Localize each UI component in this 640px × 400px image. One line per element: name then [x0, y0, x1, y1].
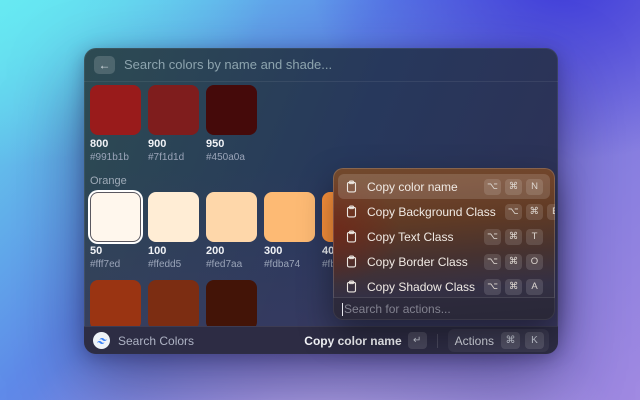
command-keycap: ⌘	[505, 279, 522, 295]
option-keycap: ⌥	[484, 179, 501, 195]
search-bar: ←	[84, 48, 558, 82]
swatch-orange-200[interactable]	[206, 192, 257, 242]
swatch-orange-50-selected[interactable]	[90, 192, 141, 242]
search-colors-window: ← 800 #991b1b 900 #7f1d1d 950 #450a0a	[84, 48, 558, 354]
clipboard-icon	[345, 180, 358, 193]
command-keycap: ⌘	[501, 332, 520, 349]
command-keycap: ⌘	[505, 254, 522, 270]
status-bar: Search Colors Copy color name ↵ Actions …	[84, 326, 558, 354]
command-keycap: ⌘	[505, 179, 522, 195]
clipboard-icon	[345, 255, 358, 268]
primary-action-button[interactable]: Copy color name ↵	[304, 332, 426, 349]
menu-item-copy-shadow-class[interactable]: Copy Shadow Class ⌥ ⌘ A	[338, 274, 550, 297]
swatch-orange-900[interactable]	[148, 280, 199, 326]
swatch-orange-800[interactable]	[90, 280, 141, 326]
actions-menu-panel: Copy color name ⌥ ⌘ N Copy Background Cl…	[333, 168, 555, 320]
command-keycap: ⌘	[505, 229, 522, 245]
option-keycap: ⌥	[484, 254, 501, 270]
shade-label: 300	[264, 245, 315, 258]
menu-item-copy-text-class[interactable]: Copy Text Class ⌥ ⌘ T	[338, 224, 550, 249]
swatch-red-950[interactable]	[206, 85, 257, 135]
letter-keycap: O	[526, 254, 543, 270]
red-swatch-row	[90, 85, 552, 135]
hex-label: #fed7aa	[206, 259, 257, 271]
app-name: Search Colors	[118, 334, 194, 348]
swatch-orange-100[interactable]	[148, 192, 199, 242]
menu-item-label: Copy Border Class	[367, 255, 468, 269]
primary-action-label: Copy color name	[304, 334, 401, 348]
letter-keycap: T	[526, 229, 543, 245]
actions-search-bar	[333, 297, 555, 320]
clipboard-icon	[345, 205, 358, 218]
shade-label: 200	[206, 245, 257, 258]
menu-item-copy-border-class[interactable]: Copy Border Class ⌥ ⌘ O	[338, 249, 550, 274]
enter-keycap: ↵	[408, 332, 427, 349]
menu-item-label: Copy color name	[367, 180, 458, 194]
search-input[interactable]	[124, 57, 548, 72]
menu-item-copy-background-class[interactable]: Copy Background Class ⌥ ⌘ B	[338, 199, 550, 224]
menu-item-label: Copy Text Class	[367, 230, 453, 244]
red-label-row: 800 #991b1b 900 #7f1d1d 950 #450a0a	[90, 138, 552, 164]
menu-item-label: Copy Shadow Class	[367, 280, 475, 294]
shade-label: 100	[148, 245, 199, 258]
hex-label: #fdba74	[264, 259, 315, 271]
menu-item-label: Copy Background Class	[367, 205, 496, 219]
option-keycap: ⌥	[484, 279, 501, 295]
swatch-orange-950[interactable]	[206, 280, 257, 326]
text-caret	[342, 303, 343, 316]
hex-label: #450a0a	[206, 152, 257, 164]
swatch-orange-300[interactable]	[264, 192, 315, 242]
actions-label: Actions	[455, 334, 494, 348]
hex-label: #991b1b	[90, 152, 141, 164]
shade-label: 50	[90, 245, 141, 258]
swatch-red-800[interactable]	[90, 85, 141, 135]
shade-label: 950	[206, 138, 257, 151]
command-keycap: ⌘	[526, 204, 543, 220]
menu-item-copy-color-name[interactable]: Copy color name ⌥ ⌘ N	[338, 174, 550, 199]
hex-label: #ffedd5	[148, 259, 199, 271]
k-keycap: K	[525, 332, 544, 349]
option-keycap: ⌥	[505, 204, 522, 220]
clipboard-icon	[345, 230, 358, 243]
swatch-red-900[interactable]	[148, 85, 199, 135]
tailwind-logo-icon	[93, 332, 110, 349]
hex-label: #fff7ed	[90, 259, 141, 271]
letter-keycap: B	[547, 204, 555, 220]
clipboard-icon	[345, 280, 358, 293]
actions-search-input[interactable]	[344, 302, 546, 316]
hex-label: #7f1d1d	[148, 152, 199, 164]
option-keycap: ⌥	[484, 229, 501, 245]
back-button[interactable]: ←	[94, 56, 115, 74]
letter-keycap: A	[526, 279, 543, 295]
shade-label: 900	[148, 138, 199, 151]
back-arrow-icon: ←	[99, 59, 111, 71]
shade-label: 800	[90, 138, 141, 151]
footer-divider	[437, 334, 438, 348]
actions-button[interactable]: Actions ⌘ K	[448, 329, 549, 352]
letter-keycap: N	[526, 179, 543, 195]
actions-menu-list: Copy color name ⌥ ⌘ N Copy Background Cl…	[333, 168, 555, 297]
